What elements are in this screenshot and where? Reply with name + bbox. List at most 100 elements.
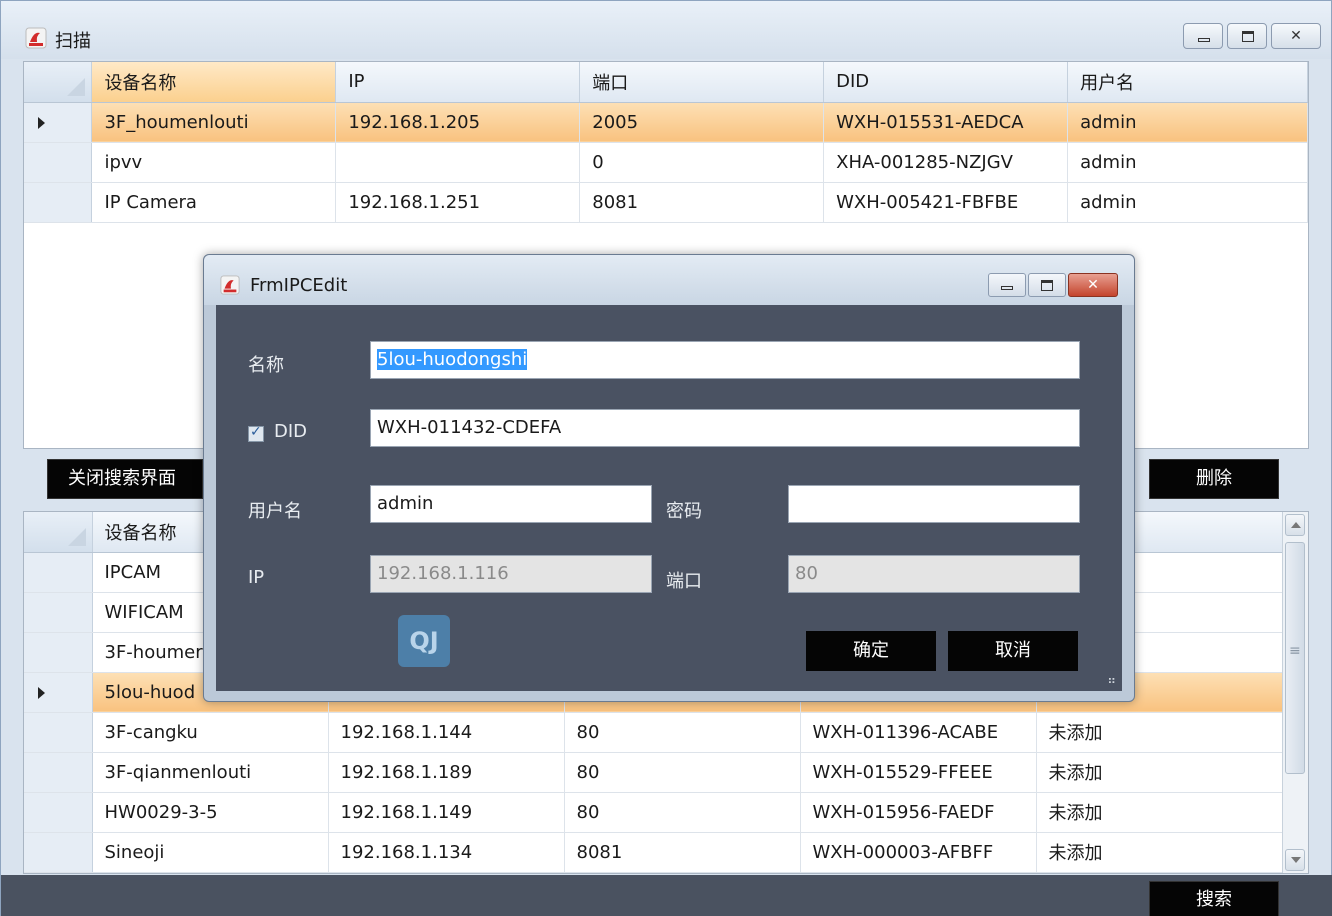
row-header[interactable] [24,142,93,183]
cell-did[interactable]: WXH-015531-AEDCA [823,102,1069,143]
window-title: 扫描 [55,31,91,52]
table-row[interactable]: 3F-cangku 192.168.1.144 80 WXH-011396-AC… [24,712,1285,753]
cell-name[interactable]: 3F-cangku [92,712,329,753]
row-header[interactable] [24,632,93,673]
cell-ip[interactable]: 192.168.1.149 [328,792,565,833]
column-header-port[interactable]: 端口 [579,62,825,103]
cell-did[interactable]: XHA-001285-NZJGV [823,142,1069,183]
cell-name[interactable]: HW0029-3-5 [92,792,329,833]
cell-status[interactable]: 未添加 [1036,752,1285,793]
row-header[interactable] [24,792,93,833]
row-header[interactable] [24,672,93,713]
close-icon: ✕ [1290,28,1302,44]
port-label: 端口 [666,571,702,592]
cell-did[interactable]: WXH-015529-FFEEE [800,752,1037,793]
cell-name[interactable]: 3F_houmenlouti [91,102,337,143]
cell-ip[interactable]: 192.168.1.144 [328,712,565,753]
cell-port[interactable]: 8081 [579,182,825,223]
row-header[interactable] [24,832,93,873]
vertical-scrollbar[interactable] [1282,512,1308,873]
search-button[interactable]: 搜索 [1149,881,1279,916]
dialog-title-bar[interactable]: FrmIPCEdit ✕ [204,255,1134,305]
close-icon: ✕ [1087,277,1099,293]
username-field[interactable]: admin [370,485,652,523]
maximize-icon [1041,280,1053,291]
bottom-toolbar [1,875,1332,916]
scroll-down-arrow-icon[interactable] [1285,849,1305,871]
cell-did[interactable]: WXH-015956-FAEDF [800,792,1037,833]
select-all-corner[interactable] [24,62,93,103]
row-header[interactable] [24,752,93,793]
dialog-close-button[interactable]: ✕ [1068,273,1118,297]
close-button[interactable]: ✕ [1271,23,1321,49]
cell-status[interactable]: 未添加 [1036,712,1285,753]
app-logo-icon [25,27,47,49]
minimize-icon [1198,38,1210,42]
cell-user[interactable]: admin [1067,182,1308,223]
scroll-up-arrow-icon[interactable] [1285,514,1305,536]
name-field-value: 5lou-huodongshi [377,349,528,370]
row-header[interactable] [24,552,93,593]
password-field[interactable] [788,485,1080,523]
dialog-maximize-button[interactable] [1028,273,1066,297]
column-header-user[interactable]: 用户名 [1067,62,1308,103]
did-label: DID [274,421,308,442]
port-field: 80 [788,555,1080,593]
ok-button[interactable]: 确定 [806,631,936,671]
cell-ip[interactable] [335,142,581,183]
cell-user[interactable]: admin [1067,142,1308,183]
cell-name[interactable]: ipvv [91,142,337,183]
current-row-arrow-icon [38,116,45,129]
cell-port[interactable]: 80 [564,712,801,753]
cell-name[interactable]: 3F-qianmenlouti [92,752,329,793]
table-row[interactable]: Sineoji 192.168.1.134 8081 WXH-000003-AF… [24,832,1285,873]
row-header[interactable] [24,102,93,143]
column-header-did[interactable]: DID [823,62,1069,103]
resize-grip-icon[interactable]: ⠶ [1107,673,1116,687]
cell-name[interactable]: Sineoji [92,832,329,873]
cell-ip[interactable]: 192.168.1.134 [328,832,565,873]
row-header[interactable] [24,182,93,223]
dialog-minimize-button[interactable] [988,273,1026,297]
ip-field: 192.168.1.116 [370,555,652,593]
password-label: 密码 [666,501,702,522]
maximize-icon [1242,31,1254,42]
cell-did[interactable]: WXH-000003-AFBFF [800,832,1037,873]
table-row[interactable]: IP Camera 192.168.1.251 8081 WXH-005421-… [24,182,1308,223]
cell-port[interactable]: 80 [564,792,801,833]
select-all-corner[interactable] [24,512,93,553]
cell-port[interactable]: 2005 [579,102,825,143]
cell-ip[interactable]: 192.168.1.189 [328,752,565,793]
did-checkbox[interactable] [248,424,264,442]
qr-scan-icon[interactable]: QJ [398,615,450,667]
cell-port[interactable]: 0 [579,142,825,183]
cell-user[interactable]: admin [1067,102,1308,143]
column-header-name[interactable]: 设备名称 [91,62,337,103]
maximize-button[interactable] [1227,23,1267,49]
table-row[interactable]: HW0029-3-5 192.168.1.149 80 WXH-015956-F… [24,792,1285,833]
row-header[interactable] [24,592,93,633]
delete-button[interactable]: 删除 [1149,459,1279,499]
cell-port[interactable]: 80 [564,752,801,793]
table-row[interactable]: ipvv 0 XHA-001285-NZJGV admin [24,142,1308,183]
cell-ip[interactable]: 192.168.1.251 [335,182,581,223]
cell-status[interactable]: 未添加 [1036,792,1285,833]
row-header[interactable] [24,712,93,753]
cell-did[interactable]: WXH-011396-ACABE [800,712,1037,753]
table-row[interactable]: 3F_houmenlouti 192.168.1.205 2005 WXH-01… [24,102,1308,143]
scroll-thumb[interactable] [1285,542,1305,774]
cell-name[interactable]: IP Camera [91,182,337,223]
cell-ip[interactable]: 192.168.1.205 [335,102,581,143]
cell-port[interactable]: 8081 [564,832,801,873]
close-search-button[interactable]: 关闭搜索界面 [47,459,203,499]
table-row[interactable]: 3F-qianmenlouti 192.168.1.189 80 WXH-015… [24,752,1285,793]
ip-label: IP [248,567,265,588]
cell-status[interactable]: 未添加 [1036,832,1285,873]
name-field[interactable]: 5lou-huodongshi [370,341,1080,379]
minimize-button[interactable] [1183,23,1223,49]
did-field[interactable]: WXH-011432-CDEFA [370,409,1080,447]
cancel-button[interactable]: 取消 [948,631,1078,671]
username-label: 用户名 [248,501,302,522]
column-header-ip[interactable]: IP [335,62,581,103]
cell-did[interactable]: WXH-005421-FBFBE [823,182,1069,223]
